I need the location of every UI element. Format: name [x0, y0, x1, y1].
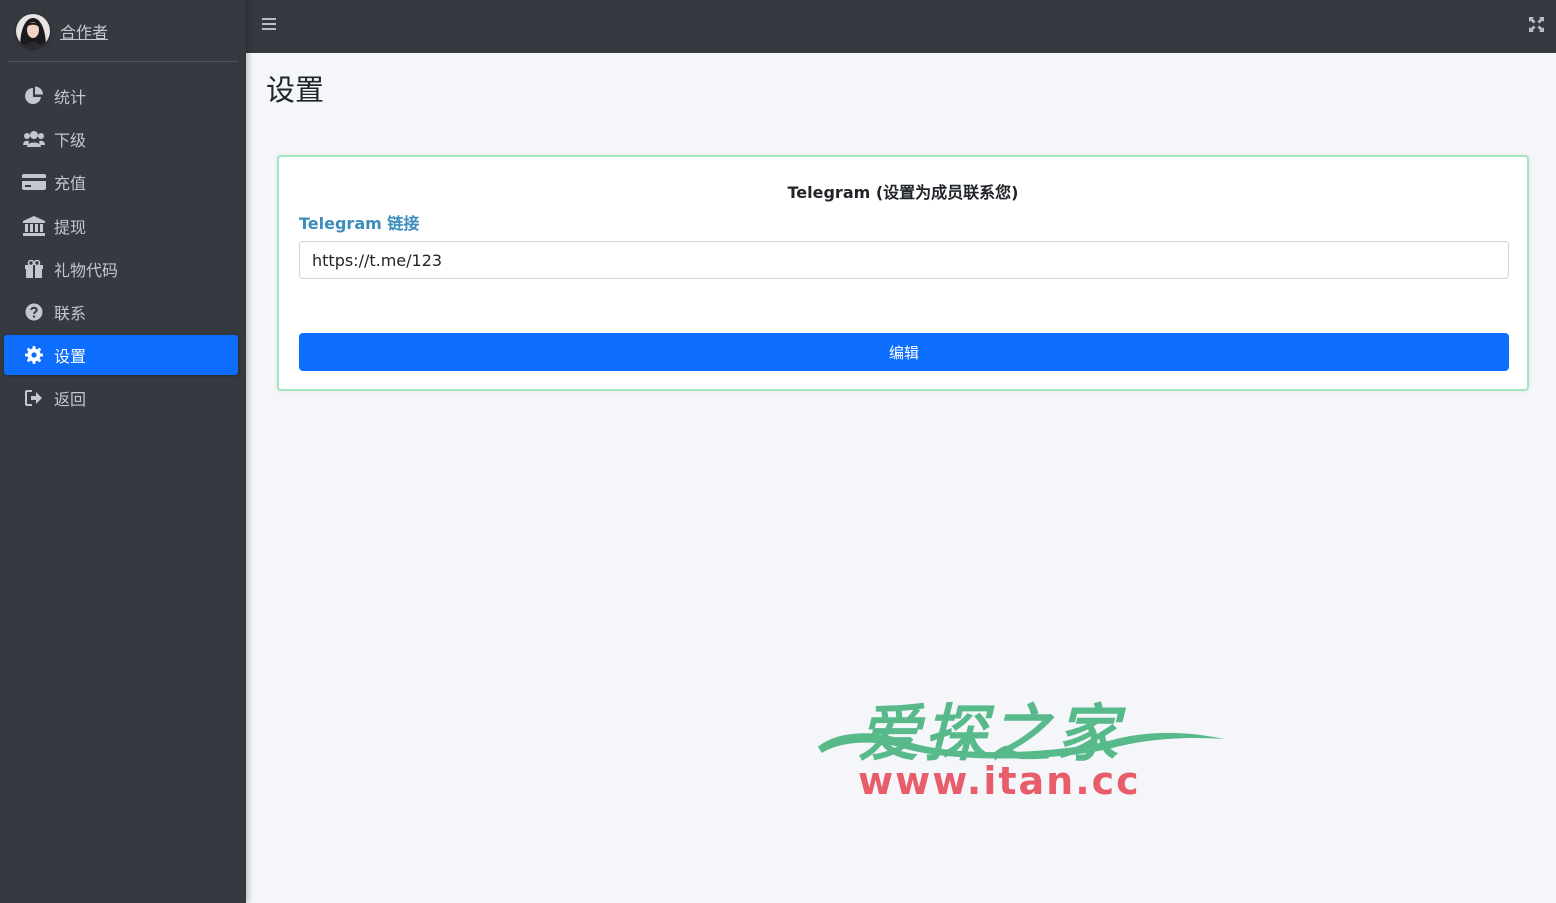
users-icon [22, 129, 46, 149]
sidebar-item-settings[interactable]: 设置 [4, 335, 238, 376]
expand-icon[interactable] [1529, 17, 1544, 32]
sidebar-item-statistics[interactable]: 统计 [4, 76, 238, 116]
watermark-text-url: www.itan.cc [858, 759, 1141, 803]
sidebar-item-label: 下级 [54, 131, 87, 151]
telegram-settings-card: Telegram (设置为成员联系您) Telegram 链接 编辑 [277, 155, 1529, 391]
telegram-link-label: Telegram 链接 [299, 214, 420, 233]
edit-button[interactable]: 编辑 [299, 333, 1509, 371]
sidebar-item-label: 联系 [54, 303, 87, 323]
main-content: 设置 Telegram (设置为成员联系您) Telegram 链接 编辑 爱探… [246, 53, 1556, 903]
card-title: Telegram (设置为成员联系您) [787, 183, 1019, 202]
sidebar-item-gift-code[interactable]: 礼物代码 [4, 249, 238, 289]
gear-icon [22, 345, 46, 365]
gift-icon [22, 259, 46, 279]
page-title: 设置 [266, 73, 325, 107]
telegram-link-input[interactable] [299, 241, 1509, 279]
sidebar-item-label: 统计 [54, 88, 87, 107]
watermark: 爱探之家 www.itan.cc [816, 683, 1226, 803]
avatar [16, 13, 50, 48]
user-panel[interactable]: 合作者 [8, 0, 238, 62]
sidebar-item-withdraw[interactable]: 提现 [4, 206, 238, 246]
sidebar-item-label: 提现 [54, 217, 87, 237]
sidebar-item-label: 返回 [54, 390, 87, 410]
sidebar-item-contact[interactable]: 联系 [4, 292, 238, 332]
pie-chart-icon [22, 86, 46, 106]
question-circle-icon [22, 302, 46, 322]
sidebar-item-back[interactable]: 返回 [4, 378, 238, 418]
sign-out-icon [22, 388, 46, 408]
sidebar-item-subordinates[interactable]: 下级 [4, 119, 238, 159]
sidebar-item-recharge[interactable]: 充值 [4, 162, 238, 202]
sidebar-item-label: 设置 [54, 347, 87, 367]
hamburger-icon[interactable] [261, 16, 277, 32]
bank-icon [22, 215, 46, 236]
sidebar-item-label: 礼物代码 [54, 260, 119, 280]
top-navbar [246, 0, 1556, 53]
user-name-link[interactable]: 合作者 [60, 19, 108, 43]
sidebar-nav: 统计 下级 充值 提现 礼物代码 联系 设置 返回 [0, 62, 246, 418]
sidebar: 合作者 统计 下级 充值 提现 礼物代码 联系 设置 返回 [0, 0, 246, 903]
credit-card-icon [22, 172, 46, 192]
sidebar-item-label: 充值 [54, 174, 87, 194]
